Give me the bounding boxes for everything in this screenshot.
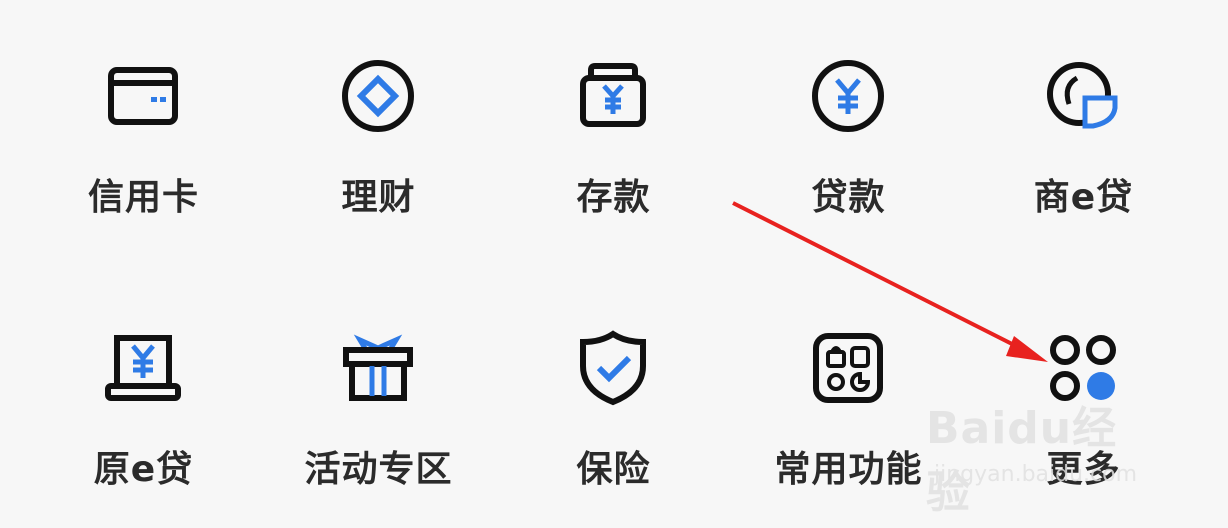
business-loan-icon	[1043, 56, 1123, 136]
wealth-management-icon	[338, 56, 418, 136]
menu-item-loan[interactable]: 贷款	[731, 10, 966, 240]
menu-item-label: 信用卡	[87, 177, 199, 218]
watermark-url: jingyan.baidu.com	[934, 462, 1138, 487]
menu-item-wealth-management[interactable]: 理财	[261, 10, 496, 240]
menu-item-insurance[interactable]: 保险	[496, 282, 731, 512]
shield-icon	[573, 328, 653, 408]
baidu-watermark: Baidu经验 jingyan.baidu.com	[926, 392, 1162, 518]
yuan-loan-icon	[103, 328, 183, 408]
watermark-brand: Baidu经验	[926, 403, 1118, 518]
menu-item-label: 商e贷	[1033, 177, 1134, 218]
menu-item-activity-zone[interactable]: 活动专区	[261, 282, 496, 512]
deposit-icon	[573, 56, 653, 136]
credit-card-icon	[103, 56, 183, 136]
menu-item-business-loan[interactable]: 商e贷	[966, 10, 1201, 240]
common-functions-icon	[808, 328, 888, 408]
menu-item-label: 理财	[341, 177, 416, 218]
menu-item-label: 保险	[576, 449, 651, 490]
gift-icon	[338, 328, 418, 408]
menu-item-label: 活动专区	[304, 449, 453, 490]
menu-item-deposit[interactable]: 存款	[496, 10, 731, 240]
menu-item-label: 存款	[576, 177, 651, 218]
menu-item-label: 原e贷	[93, 449, 194, 490]
menu-item-label: 贷款	[811, 177, 886, 218]
loan-icon	[808, 56, 888, 136]
menu-item-yuan-loan[interactable]: 原e贷	[26, 282, 261, 512]
menu-item-credit-card[interactable]: 信用卡	[26, 10, 261, 240]
